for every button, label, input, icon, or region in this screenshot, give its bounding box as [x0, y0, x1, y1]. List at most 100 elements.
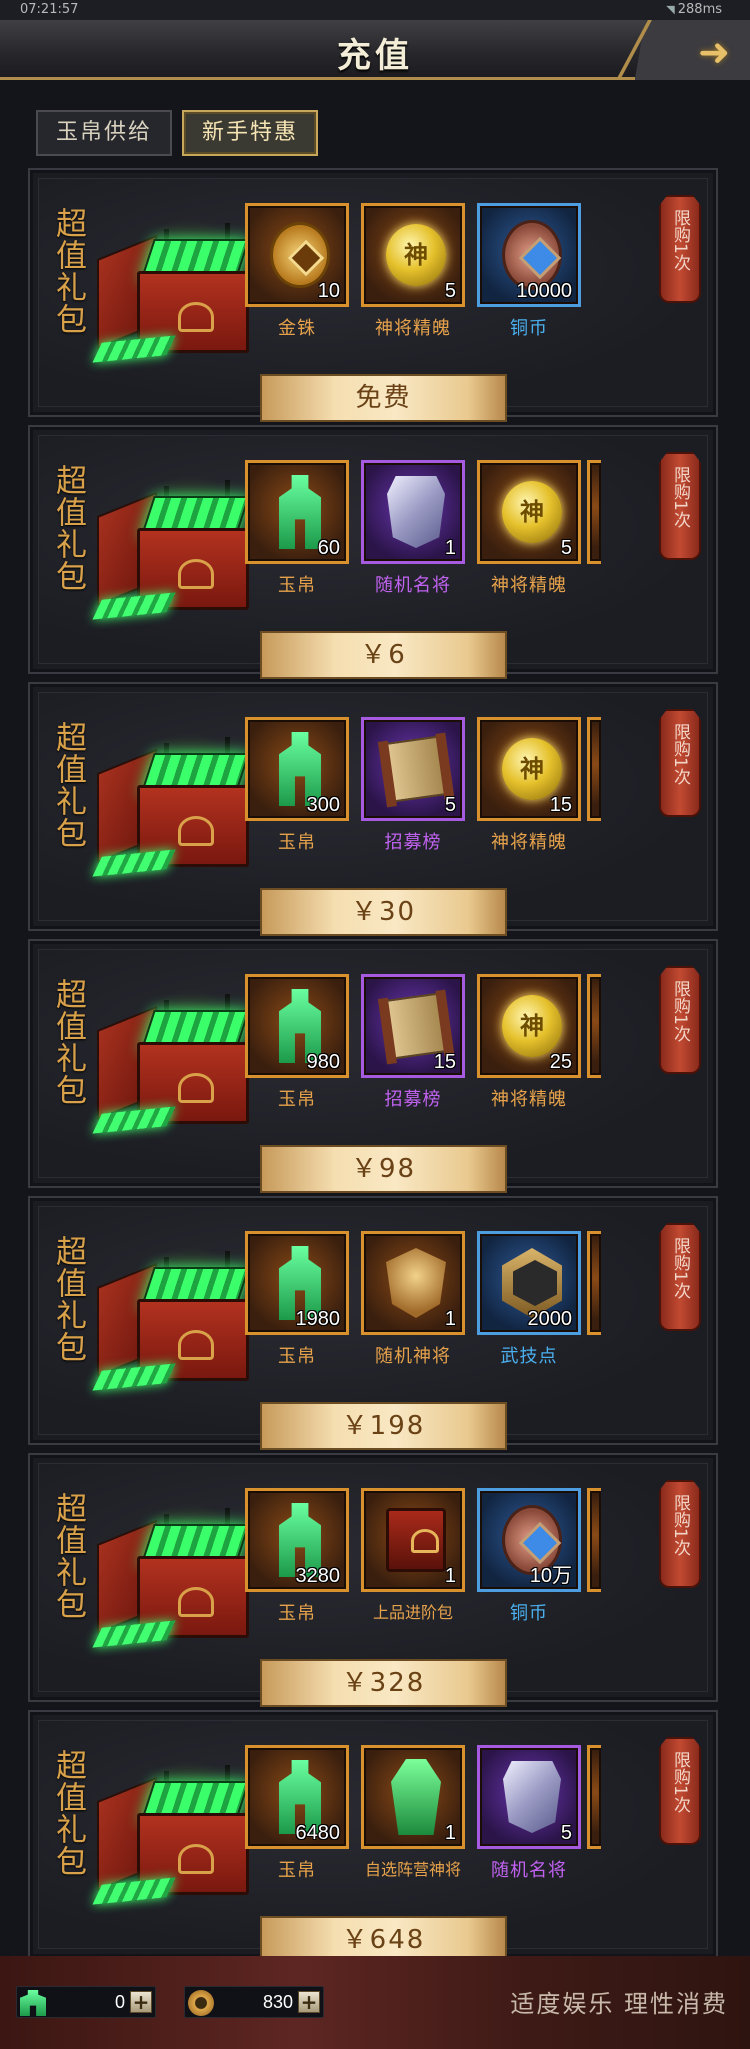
item-frame: 980: [245, 974, 349, 1078]
item-count: 2000: [527, 1308, 573, 1330]
item-name: 玉帛: [278, 1603, 316, 1624]
jade-icon: [279, 475, 321, 549]
item-name: 武技点: [500, 1346, 558, 1367]
item-frame: 神5: [361, 203, 465, 307]
item-name: 神将精魄: [491, 832, 567, 853]
reward-item[interactable]: 6480 玉帛: [239, 1745, 355, 1885]
general-token-icon: [387, 476, 445, 548]
item-name: 随机名将: [375, 575, 451, 596]
purchase-limit-tag: 限购1次: [659, 966, 701, 1074]
limit-label: 限购1次: [670, 980, 690, 1042]
spirit-orb-icon: 神: [502, 481, 562, 543]
reward-item[interactable]: 5 招募榜: [355, 717, 471, 857]
buy-button[interactable]: ￥30: [260, 888, 507, 936]
item-frame: 60: [245, 460, 349, 564]
reward-item-overflow[interactable]: [587, 460, 601, 600]
reward-item-overflow[interactable]: [587, 717, 601, 857]
coin-balance: 830 +: [184, 1986, 324, 2018]
reward-item[interactable]: 15 招募榜: [355, 974, 471, 1114]
reward-item-overflow[interactable]: [587, 1745, 601, 1885]
purchase-limit-tag: 限购1次: [659, 709, 701, 817]
reward-item[interactable]: 3280 玉帛: [239, 1488, 355, 1628]
buy-button[interactable]: ￥98: [260, 1145, 507, 1193]
reward-item[interactable]: 980 玉帛: [239, 974, 355, 1114]
reward-item[interactable]: 神 15 神将精魄: [471, 717, 587, 857]
health-slogan: 适度娱乐 理性消费: [510, 1990, 728, 2018]
buy-button[interactable]: ￥198: [260, 1402, 507, 1450]
item-name: 神将精魄: [491, 1089, 567, 1110]
tab-jade-supply[interactable]: 玉帛供给: [36, 110, 172, 156]
add-jade-button[interactable]: +: [130, 1991, 152, 2013]
buy-button[interactable]: 免费: [260, 374, 507, 422]
spirit-orb-icon: 神: [386, 224, 446, 286]
reward-item-overflow[interactable]: [587, 1231, 601, 1371]
item-name: 自选阵营神将: [364, 1860, 461, 1879]
back-button[interactable]: ➜: [620, 20, 750, 80]
reward-item[interactable]: 10000 铜币: [471, 203, 587, 343]
item-count: 6480: [295, 1822, 341, 1844]
jade-amount: 0: [114, 1992, 125, 2012]
item-name: 神将精魄: [375, 318, 451, 339]
pack-card-inner: 超值礼包 10 金铢神 5 神将精魄 10000 铜币 限购1次 免费: [38, 178, 708, 422]
pack-card-inner: 超值礼包 300 玉帛 5 招募榜神 15 神将精魄 限购1次 ￥30: [38, 692, 708, 936]
reward-item[interactable]: 2000 武技点: [471, 1231, 587, 1371]
reward-item[interactable]: 10 金铢: [239, 203, 355, 343]
purchase-limit-tag: 限购1次: [659, 1223, 701, 1331]
item-frame: 2000: [477, 1231, 581, 1335]
item-frame: 10000: [477, 203, 581, 307]
pack-items: 1980 玉帛 1 随机神将 2000 武技点: [239, 1231, 639, 1371]
reward-item[interactable]: 1 自选阵营神将: [355, 1745, 471, 1885]
jade-balance: 0 +: [16, 1986, 156, 2018]
item-name: 招募榜: [384, 1089, 442, 1110]
signal-icon: ◥: [666, 3, 675, 16]
limit-label: 限购1次: [670, 1751, 690, 1813]
pack-items: 980 玉帛 15 招募榜 神 25 神将精魄: [239, 974, 639, 1114]
pack-card-inner: 超值礼包 60 玉帛 1 随机名将神 5 神将精魄 限购1次 ￥6: [38, 435, 708, 679]
pack-card: 超值礼包 1980 玉帛 1 随机神将 2000 武技点 限购1次 ￥198: [28, 1196, 718, 1450]
pack-card: 超值礼包 6480 玉帛 1 自选阵营神将 5 随机名将 限购1次 ￥648: [28, 1710, 718, 1964]
item-frame: 1: [361, 460, 465, 564]
reward-item[interactable]: 神 5 神将精魄: [471, 460, 587, 600]
pack-card: 超值礼包 10 金铢神 5 神将精魄 10000 铜币 限购1次 免费: [28, 168, 718, 422]
reward-item[interactable]: 300 玉帛: [239, 717, 355, 857]
add-coin-button[interactable]: +: [298, 1991, 320, 2013]
reward-item[interactable]: 1 随机名将: [355, 460, 471, 600]
ping-value: 288ms: [677, 2, 722, 17]
reward-item[interactable]: 1980 玉帛: [239, 1231, 355, 1371]
reward-item[interactable]: 1 上品进阶包: [355, 1488, 471, 1628]
advance-chest-icon: [386, 1508, 446, 1572]
pack-card: 超值礼包 3280 玉帛 1 上品进阶包 10万 铜币 限购1次 ￥328: [28, 1453, 718, 1707]
reward-item[interactable]: 10万铜币: [471, 1488, 587, 1628]
item-name: 神将精魄: [491, 575, 567, 596]
item-count: 25: [549, 1051, 572, 1073]
reward-item[interactable]: 神 5 神将精魄: [355, 203, 471, 343]
item-frame: 5: [361, 717, 465, 821]
reward-item[interactable]: 5 随机名将: [471, 1745, 587, 1885]
limit-label: 限购1次: [670, 1237, 690, 1299]
reward-item[interactable]: 60 玉帛: [239, 460, 355, 600]
buy-button[interactable]: ￥328: [260, 1659, 507, 1707]
item-count: 10万: [529, 1565, 572, 1587]
buy-button[interactable]: ￥6: [260, 631, 507, 679]
item-count: 1980: [295, 1308, 341, 1330]
tab-newbie-deals[interactable]: 新手特惠: [182, 110, 318, 156]
pack-card: 超值礼包 980 玉帛 15 招募榜神 25 神将精魄 限购1次 ￥98: [28, 939, 718, 1193]
item-name: 金铢: [278, 318, 316, 339]
item-count: 10: [317, 280, 340, 302]
recruit-scroll-icon: [382, 735, 450, 803]
general-token-icon: [503, 1761, 561, 1833]
reward-item-overflow[interactable]: [587, 1488, 601, 1628]
reward-item-overflow[interactable]: [587, 974, 601, 1114]
reward-item[interactable]: 1 随机神将: [355, 1231, 471, 1371]
spirit-orb-icon: 神: [502, 738, 562, 800]
item-count: 980: [306, 1051, 340, 1073]
item-count: 5: [560, 1822, 572, 1844]
reward-item[interactable]: 神 25 神将精魄: [471, 974, 587, 1114]
item-name: 招募榜: [384, 832, 442, 853]
item-name: 玉帛: [278, 832, 316, 853]
item-count: 1: [444, 1565, 456, 1587]
item-frame: 3280: [245, 1488, 349, 1592]
item-frame: 5: [477, 1745, 581, 1849]
item-name: 铜币: [510, 1603, 548, 1624]
item-name: 随机神将: [375, 1346, 451, 1367]
